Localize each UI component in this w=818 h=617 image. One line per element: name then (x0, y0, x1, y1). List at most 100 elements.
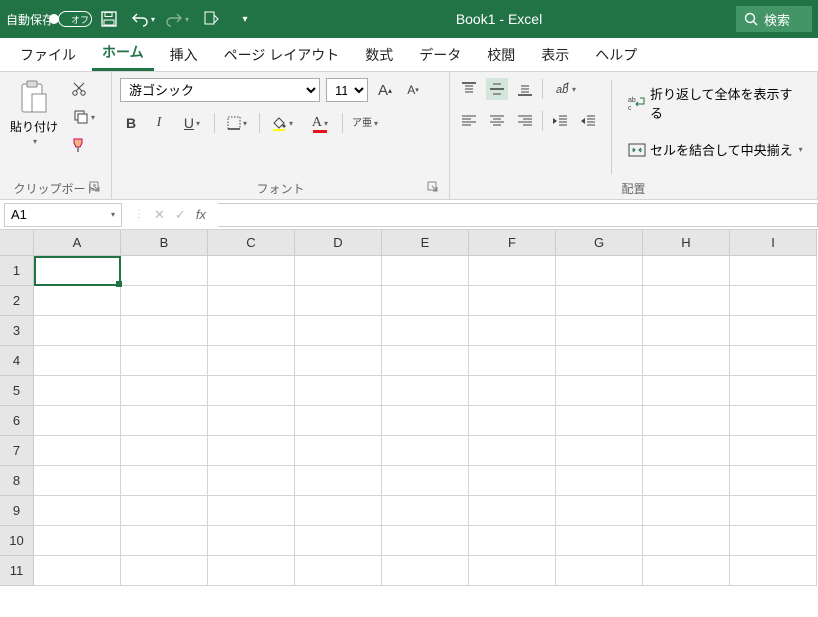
tab-insert[interactable]: 挿入 (160, 39, 208, 71)
select-all-corner[interactable] (0, 230, 34, 256)
svg-text:c: c (628, 105, 632, 111)
underline-button[interactable]: U▾ (176, 112, 208, 134)
tab-file[interactable]: ファイル (10, 39, 86, 71)
row-header[interactable]: 2 (0, 286, 34, 316)
fx-button[interactable]: fx (196, 207, 206, 222)
font-size-select[interactable]: 11 (326, 78, 368, 102)
search-box[interactable]: 検索 (736, 6, 812, 32)
font-color-button[interactable]: A▾ (304, 112, 336, 134)
dialog-launcher-icon[interactable] (427, 181, 441, 195)
tab-data[interactable]: データ (409, 39, 471, 71)
chevron-down-icon: ▾ (111, 210, 115, 219)
formula-input[interactable] (218, 203, 818, 227)
decrease-font-button[interactable]: A▾ (402, 79, 424, 101)
copy-button[interactable]: ▾ (68, 106, 100, 128)
chevron-down-icon: ▾ (799, 145, 803, 154)
column-header[interactable]: H (643, 230, 730, 256)
row-header[interactable]: 5 (0, 376, 34, 406)
cells-area[interactable] (34, 256, 817, 617)
column-header[interactable]: D (295, 230, 382, 256)
align-bottom-button[interactable] (514, 78, 536, 100)
svg-text:ab: ab (628, 97, 636, 104)
merge-center-button[interactable]: セルを結合して中央揃え ▾ (624, 138, 809, 161)
undo-icon[interactable]: ▾ (130, 6, 156, 32)
autosave-label: 自動保存 (6, 11, 54, 28)
borders-button[interactable]: ▾ (221, 112, 253, 134)
align-top-button[interactable] (458, 78, 480, 100)
phonetic-button[interactable]: ア亜▾ (349, 112, 381, 134)
fill-color-button[interactable]: ▾ (266, 112, 298, 134)
column-header[interactable]: C (208, 230, 295, 256)
cancel-formula-button: ✕ (154, 207, 165, 223)
group-label-clipboard: クリップボード (8, 176, 103, 197)
increase-font-button[interactable]: A▴ (374, 79, 396, 101)
column-header[interactable]: E (382, 230, 469, 256)
row-header[interactable]: 6 (0, 406, 34, 436)
column-header[interactable]: F (469, 230, 556, 256)
ribbon-tabs: ファイル ホーム 挿入 ページ レイアウト 数式 データ 校閲 表示 ヘルプ (0, 38, 818, 72)
row-header[interactable]: 11 (0, 556, 34, 586)
column-header[interactable]: I (730, 230, 817, 256)
bold-button[interactable]: B (120, 112, 142, 134)
merge-icon (628, 142, 646, 158)
column-header[interactable]: G (556, 230, 643, 256)
touch-mode-icon[interactable] (198, 6, 224, 32)
decrease-indent-button[interactable] (549, 110, 571, 132)
copy-icon (73, 109, 89, 125)
column-header[interactable]: B (121, 230, 208, 256)
ribbon: 貼り付け ▾ ▾ クリップボード 游ゴシック 11 A▴ A▾ B (0, 72, 818, 200)
column-headers: A B C D E F G H I (34, 230, 817, 256)
brush-icon (71, 137, 87, 153)
wrap-text-button[interactable]: abc 折り返して全体を表示する (624, 82, 809, 124)
document-title: Book1 - Excel (262, 11, 736, 27)
borders-icon (227, 116, 241, 130)
formula-bar: A1 ▾ ⋮ ✕ ✓ fx (0, 200, 818, 230)
group-font: 游ゴシック 11 A▴ A▾ B I U▾ ▾ ▾ A▾ ア亜▾ フォント (112, 72, 450, 199)
row-header[interactable]: 1 (0, 256, 34, 286)
format-painter-button[interactable] (68, 134, 90, 156)
enter-formula-button: ✓ (175, 207, 186, 223)
scissors-icon (71, 81, 87, 97)
autosave-toggle[interactable]: 自動保存 オフ (6, 11, 92, 28)
row-header[interactable]: 3 (0, 316, 34, 346)
align-center-button[interactable] (486, 110, 508, 132)
row-header[interactable]: 4 (0, 346, 34, 376)
worksheet[interactable]: A B C D E F G H I 1 2 3 4 5 6 7 8 9 10 1… (0, 230, 818, 617)
align-left-button[interactable] (458, 110, 480, 132)
title-bar: 自動保存 オフ ▾ ▾ ▾ Book1 - Excel 検索 (0, 0, 818, 38)
orientation-button[interactable]: ab▾ (549, 78, 581, 100)
group-clipboard: 貼り付け ▾ ▾ クリップボード (0, 72, 112, 199)
align-middle-button[interactable] (486, 78, 508, 100)
row-header[interactable]: 10 (0, 526, 34, 556)
row-header[interactable]: 8 (0, 466, 34, 496)
save-icon[interactable] (96, 6, 122, 32)
dropdown-icon[interactable]: ⋮ (134, 209, 144, 220)
row-header[interactable]: 9 (0, 496, 34, 526)
tab-formulas[interactable]: 数式 (355, 39, 403, 71)
name-box[interactable]: A1 ▾ (4, 203, 122, 227)
customize-qat-icon[interactable]: ▾ (232, 6, 258, 32)
chevron-down-icon: ▾ (33, 137, 37, 146)
group-label-font: フォント (120, 176, 441, 197)
tab-home[interactable]: ホーム (92, 36, 154, 71)
column-header[interactable]: A (34, 230, 121, 256)
tab-review[interactable]: 校閲 (477, 39, 525, 71)
bucket-icon (271, 115, 287, 131)
font-name-select[interactable]: 游ゴシック (120, 78, 320, 102)
tab-page-layout[interactable]: ページ レイアウト (214, 39, 350, 71)
paste-icon (18, 80, 50, 116)
row-header[interactable]: 7 (0, 436, 34, 466)
tab-help[interactable]: ヘルプ (585, 39, 647, 71)
paste-button[interactable]: 貼り付け ▾ (8, 78, 60, 148)
dialog-launcher-icon[interactable] (89, 181, 103, 195)
tab-view[interactable]: 表示 (531, 39, 579, 71)
orientation-icon: ab (554, 81, 570, 97)
italic-button[interactable]: I (148, 112, 170, 134)
group-label-alignment: 配置 (458, 176, 809, 197)
increase-indent-button[interactable] (577, 110, 599, 132)
svg-text:ab: ab (556, 84, 568, 96)
autosave-switch[interactable]: オフ (58, 11, 92, 27)
row-headers: 1 2 3 4 5 6 7 8 9 10 11 (0, 256, 34, 617)
cut-button[interactable] (68, 78, 90, 100)
align-right-button[interactable] (514, 110, 536, 132)
